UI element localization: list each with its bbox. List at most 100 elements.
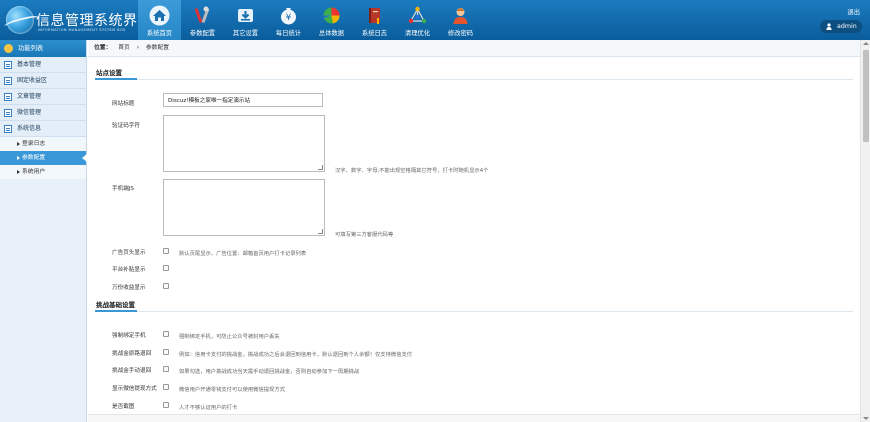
app-subtitle: INFORMATION MANAGEMENT SYSTEM BOX bbox=[38, 28, 126, 32]
refund-checkbox[interactable] bbox=[163, 349, 169, 355]
scroll-down-icon[interactable] bbox=[863, 417, 869, 420]
breadcrumb-home[interactable]: 首页 bbox=[118, 45, 130, 51]
mobile-js-label: 手机端JS bbox=[112, 186, 134, 192]
ad-top-hint: 默认页尾显示，广告位置：邮箱首页用户打卡记录列表 bbox=[179, 251, 307, 257]
sidebar-group-basic[interactable]: 基本管理 bbox=[0, 57, 86, 73]
breadcrumb-separator: › bbox=[136, 45, 140, 51]
wan-yield-checkbox[interactable] bbox=[163, 283, 169, 289]
logout-link[interactable]: 退出 bbox=[847, 7, 860, 16]
manual-return-checkbox[interactable] bbox=[163, 366, 169, 372]
sidebar-item-label: 系统用户 bbox=[22, 169, 46, 175]
wx-withdraw-hint: 微信用户开通零钱支付可以使用微信提现方式 bbox=[179, 387, 285, 393]
sidebar-group-fixed-income[interactable]: 固定收益区 bbox=[0, 73, 86, 89]
wx-withdraw-label: 显示微信提现方式 bbox=[112, 386, 157, 392]
screenshot-hint: 人才不够认证用户的打卡 bbox=[179, 405, 238, 411]
sidebar-item-label: 参数配置 bbox=[22, 155, 46, 161]
sidebar-header: 功能列表 bbox=[0, 40, 86, 57]
site-settings-section: 站点设置 网站标题 验证码字符 汉字、数字、字母,不能出现空格隔其它符号，打卡时… bbox=[95, 66, 853, 326]
captcha-label: 验证码字符 bbox=[112, 123, 140, 129]
sidebar-group-label: 固定收益区 bbox=[17, 77, 48, 84]
ad-top-label: 广告页头显示 bbox=[112, 250, 146, 256]
tools-icon bbox=[194, 6, 210, 23]
bind-phone-hint: 强制绑定手机，可防止公众号被封用户丢失 bbox=[179, 334, 280, 340]
sidebar-title: 功能列表 bbox=[18, 45, 44, 52]
function-list-icon bbox=[4, 44, 13, 53]
nav-item-system-log[interactable]: 系统日志 bbox=[353, 0, 396, 40]
nav-item-params[interactable]: 参数配置 bbox=[181, 0, 224, 40]
nav-label: 其它设置 bbox=[232, 30, 259, 37]
refund-hint: 例如：信用卡支付的挑战金，挑战成功之后会退回到信用卡，默认退回到个人余额！仅支持… bbox=[179, 352, 413, 358]
list-icon bbox=[4, 61, 12, 69]
nav-item-overall-data[interactable]: 总体数据 bbox=[310, 0, 353, 40]
sidebar-group-label: 基本管理 bbox=[17, 61, 42, 68]
user-menu-button[interactable]: admin bbox=[820, 20, 862, 33]
nav-label: 系统日志 bbox=[361, 30, 388, 37]
user-avatar-icon bbox=[826, 23, 832, 30]
sidebar-item-system-users[interactable]: 系统用户 bbox=[0, 165, 86, 179]
sidebar: 功能列表 基本管理 固定收益区 文章管理 微信管理 系统信息 登录日志 参数配置… bbox=[0, 40, 87, 422]
nav-item-other[interactable]: 其它设置 bbox=[224, 0, 267, 40]
sidebar-group-label: 微信管理 bbox=[17, 109, 42, 116]
manual-return-hint: 如果勾选，用户挑战成功当天需手动退回挑战金，否则自动参加下一周期挑战 bbox=[179, 369, 360, 375]
top-header: 信息管理系统界面 INFORMATION MANAGEMENT SYSTEM B… bbox=[0, 0, 870, 40]
wx-withdraw-checkbox[interactable] bbox=[163, 384, 169, 390]
download-icon bbox=[238, 9, 253, 22]
vertical-scrollbar[interactable] bbox=[860, 40, 870, 422]
horizontal-scrollbar[interactable] bbox=[88, 414, 860, 422]
username: admin bbox=[837, 23, 857, 30]
platform-subsidy-checkbox[interactable] bbox=[163, 265, 169, 271]
section-title: 挑战基础设置 bbox=[95, 298, 853, 312]
scroll-up-icon[interactable] bbox=[863, 42, 869, 45]
sidebar-group-system[interactable]: 系统信息 bbox=[0, 121, 86, 137]
list-icon bbox=[4, 93, 12, 101]
sidebar-item-login-log[interactable]: 登录日志 bbox=[0, 137, 86, 151]
nav-label: 修改密码 bbox=[447, 30, 474, 37]
wan-yield-label: 万份收益显示 bbox=[112, 285, 146, 291]
nav-item-change-password[interactable]: 修改密码 bbox=[439, 0, 482, 40]
list-icon bbox=[4, 109, 12, 117]
nav-item-home[interactable]: 系统首页 bbox=[138, 0, 181, 40]
section-title: 站点设置 bbox=[95, 66, 853, 80]
screenshot-checkbox[interactable] bbox=[163, 402, 169, 408]
platform-subsidy-label: 平台补贴显示 bbox=[112, 267, 146, 273]
top-nav: 系统首页 参数配置 其它设置 ¥ 每日统计 总体数据 系统日志 清理优化 修改密… bbox=[138, 0, 482, 40]
book-icon bbox=[369, 8, 380, 24]
breadcrumb: 位置： 首页 › 参数配置 bbox=[88, 40, 860, 57]
main-content: 位置： 首页 › 参数配置 站点设置 网站标题 验证码字符 汉字、数字、字母,不… bbox=[88, 40, 860, 422]
manual-return-label: 挑战金手动退回 bbox=[112, 368, 152, 374]
nav-label: 总体数据 bbox=[318, 30, 345, 37]
nav-label: 清理优化 bbox=[404, 30, 431, 37]
breadcrumb-current: 参数配置 bbox=[145, 45, 170, 51]
sidebar-group-label: 系统信息 bbox=[17, 125, 42, 132]
network-icon bbox=[408, 6, 427, 24]
nav-label: 每日统计 bbox=[275, 30, 302, 37]
app-title: 信息管理系统界面 bbox=[36, 13, 152, 29]
breadcrumb-prefix: 位置： bbox=[94, 45, 112, 51]
bind-phone-label: 强制绑定手机 bbox=[112, 333, 146, 339]
nav-item-cleanup[interactable]: 清理优化 bbox=[396, 0, 439, 40]
home-icon bbox=[149, 5, 170, 26]
resize-grip-icon[interactable] bbox=[317, 165, 324, 170]
site-title-input[interactable] bbox=[163, 93, 323, 107]
sidebar-group-articles[interactable]: 文章管理 bbox=[0, 89, 86, 105]
resize-grip-icon[interactable] bbox=[317, 229, 324, 234]
user-icon bbox=[453, 8, 468, 24]
screenshot-label: 是否截图 bbox=[112, 404, 135, 410]
captcha-textarea[interactable] bbox=[163, 115, 325, 172]
sidebar-item-params[interactable]: 参数配置 bbox=[0, 151, 87, 165]
site-title-label: 网站标题 bbox=[112, 101, 135, 107]
challenge-settings-section: 挑战基础设置 强制绑定手机 强制绑定手机，可防止公众号被封用户丢失 挑战金原路退… bbox=[95, 298, 853, 422]
bind-phone-checkbox[interactable] bbox=[163, 331, 169, 337]
ad-top-checkbox[interactable] bbox=[163, 248, 169, 254]
pie-chart-icon bbox=[323, 7, 340, 24]
list-icon bbox=[4, 77, 12, 85]
svg-text:¥: ¥ bbox=[286, 13, 292, 23]
nav-item-daily-stats[interactable]: ¥ 每日统计 bbox=[267, 0, 310, 40]
mobile-js-hint: 可填写第三方客服代码等 bbox=[335, 232, 394, 238]
scrollbar-thumb[interactable] bbox=[863, 50, 869, 142]
money-bag-icon: ¥ bbox=[281, 8, 296, 25]
nav-label: 系统首页 bbox=[146, 30, 173, 37]
mobile-js-textarea[interactable] bbox=[163, 179, 325, 236]
captcha-hint: 汉字、数字、字母,不能出现空格隔其它符号，打卡时随机显示4个 bbox=[335, 168, 489, 174]
sidebar-group-wechat[interactable]: 微信管理 bbox=[0, 105, 86, 121]
